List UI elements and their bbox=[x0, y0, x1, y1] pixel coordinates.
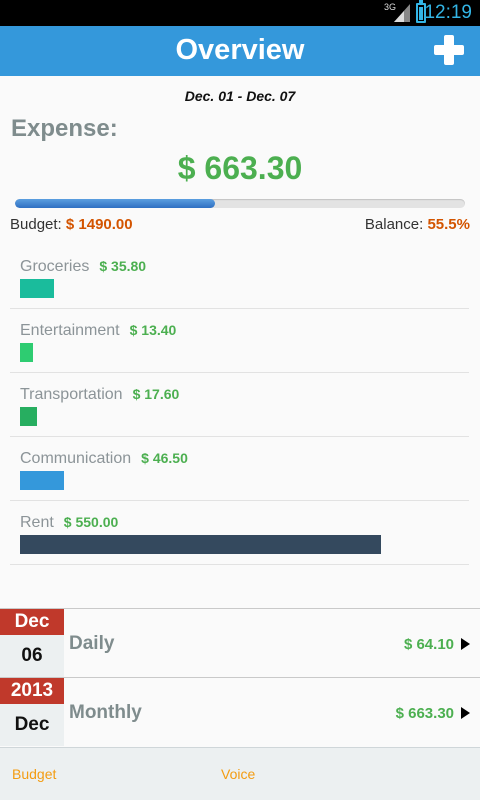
expense-total: $ 663.30 bbox=[177, 150, 303, 186]
badge-month: Dec bbox=[14, 714, 50, 735]
budget-progress-fill bbox=[15, 199, 215, 208]
category-list: Groceries $ 35.80 Entertainment $ 13.40 Tr… bbox=[10, 245, 469, 565]
summary-value: $ 64.10 bbox=[403, 636, 454, 653]
status-bar: 3G 12:19 bbox=[0, 0, 480, 26]
category-amount: $ 46.50 bbox=[141, 450, 188, 466]
category-name: Entertainment bbox=[20, 322, 120, 339]
category-amount: $ 35.80 bbox=[99, 258, 147, 274]
badge-month: Dec bbox=[0, 609, 64, 635]
category-amount: $ 17.60 bbox=[132, 386, 180, 402]
badge-day: 06 bbox=[21, 645, 43, 666]
play-arrow-icon[interactable] bbox=[461, 707, 470, 719]
date-badge: 2013 Dec bbox=[0, 678, 64, 746]
budget-progress-bar bbox=[15, 199, 465, 208]
budget-label: Budget: bbox=[10, 216, 62, 233]
category-name: Communication bbox=[20, 450, 132, 467]
signal-icon bbox=[394, 4, 410, 22]
expense-label: Expense: bbox=[11, 115, 118, 142]
category-name: Transportation bbox=[20, 386, 123, 403]
app-bar: Overview bbox=[0, 26, 480, 76]
category-item-rent[interactable]: Rent $ 550.00 bbox=[10, 501, 469, 565]
category-bar bbox=[20, 535, 381, 554]
bottom-tab-bar: Budget Voice bbox=[0, 747, 480, 800]
category-bar bbox=[20, 343, 33, 362]
category-item-groceries[interactable]: Groceries $ 35.80 bbox=[10, 245, 469, 309]
summary-list: Dec 06 Daily $ 64.10 2013 Dec Monthly $ … bbox=[0, 608, 480, 746]
summary-value: $ 663.30 bbox=[395, 705, 454, 722]
category-amount: $ 13.40 bbox=[129, 322, 177, 338]
category-amount: $ 550.00 bbox=[63, 514, 119, 530]
daily-summary-row[interactable]: Dec 06 Daily $ 64.10 bbox=[0, 608, 480, 677]
category-bar bbox=[20, 279, 54, 298]
summary-label: Monthly bbox=[69, 702, 142, 723]
category-bar bbox=[20, 471, 64, 490]
balance-info: Balance: 55.5% bbox=[365, 216, 470, 233]
category-bar bbox=[20, 407, 37, 426]
page-title: Overview bbox=[175, 34, 305, 66]
budget-value: $ 1490.00 bbox=[65, 216, 133, 233]
budget-info: Budget: $ 1490.00 bbox=[10, 216, 133, 233]
tab-voice[interactable]: Voice bbox=[221, 766, 255, 782]
badge-year: 2013 bbox=[0, 678, 64, 704]
category-item-transportation[interactable]: Transportation $ 17.60 bbox=[10, 373, 469, 437]
monthly-summary-row[interactable]: 2013 Dec Monthly $ 663.30 bbox=[0, 677, 480, 746]
plus-icon[interactable] bbox=[434, 35, 464, 65]
play-arrow-icon[interactable] bbox=[461, 638, 470, 650]
tab-budget[interactable]: Budget bbox=[12, 766, 56, 782]
category-name: Groceries bbox=[20, 258, 90, 275]
date-range: Dec. 01 - Dec. 07 bbox=[184, 88, 296, 104]
balance-value: 55.5% bbox=[427, 216, 470, 233]
date-badge: Dec 06 bbox=[0, 609, 64, 677]
category-name: Rent bbox=[20, 514, 54, 531]
balance-label: Balance: bbox=[364, 216, 424, 233]
category-item-communication[interactable]: Communication $ 46.50 bbox=[10, 437, 469, 501]
clock: 12:19 bbox=[424, 2, 472, 23]
category-item-entertainment[interactable]: Entertainment $ 13.40 bbox=[10, 309, 469, 373]
summary-label: Daily bbox=[69, 633, 115, 654]
